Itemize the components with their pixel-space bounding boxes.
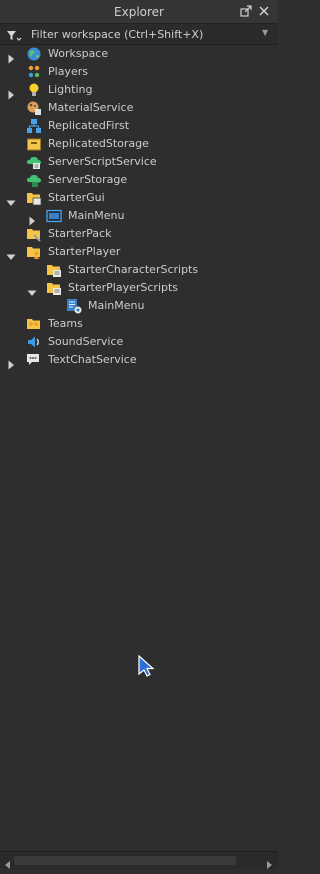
- tree-item-label: StarterGui: [48, 191, 105, 204]
- screen-gui-icon: [46, 208, 62, 224]
- expand-arrow-icon[interactable]: [6, 355, 16, 370]
- tree-item-teams[interactable]: Teams: [0, 315, 278, 333]
- collapse-arrow-icon[interactable]: [6, 193, 16, 206]
- starter-character-scripts-icon: [46, 262, 62, 278]
- scrollbar-thumb[interactable]: [14, 856, 236, 865]
- horizontal-scrollbar[interactable]: [0, 851, 278, 869]
- replicated-storage-icon: [26, 136, 42, 152]
- tree-item-label: MainMenu: [68, 209, 125, 222]
- sound-service-icon: [26, 334, 42, 350]
- collapse-arrow-icon[interactable]: [27, 283, 37, 296]
- tree-item-label: ServerStorage: [48, 173, 128, 186]
- tree-item-label: TextChatService: [48, 353, 137, 366]
- filter-bar: ▼: [0, 24, 278, 45]
- mouse-cursor-icon: [138, 654, 156, 677]
- tree-item-label: StarterPlayerScripts: [68, 281, 179, 294]
- tree-item-serverstorage[interactable]: ServerStorage: [0, 171, 278, 189]
- material-service-icon: [26, 100, 42, 116]
- tree-item-mainmenu-script[interactable]: MainMenu: [0, 297, 278, 315]
- tree-item-starterplayerscripts[interactable]: StarterPlayerScripts: [0, 279, 278, 297]
- tree-item-starterpack[interactable]: StarterPack: [0, 225, 278, 243]
- tree-item-label: ReplicatedStorage: [48, 137, 149, 150]
- starter-player-scripts-icon: [46, 280, 62, 296]
- explorer-tree: Workspace Players Lighting MaterialServi…: [0, 45, 278, 370]
- tree-item-starterplayer[interactable]: StarterPlayer: [0, 243, 278, 261]
- starter-player-icon: [26, 244, 42, 260]
- expand-arrow-icon[interactable]: [27, 211, 37, 226]
- tree-item-label: MaterialService: [48, 101, 134, 114]
- tree-item-workspace[interactable]: Workspace: [0, 45, 278, 64]
- text-chat-service-icon: [26, 352, 42, 368]
- tree-item-mainmenu-gui[interactable]: MainMenu: [0, 207, 278, 226]
- tree-item-lighting[interactable]: Lighting: [0, 81, 278, 100]
- server-script-service-icon: [26, 154, 42, 170]
- players-icon: [26, 64, 42, 80]
- lightbulb-icon: [26, 82, 42, 98]
- expand-arrow-icon[interactable]: [6, 49, 16, 64]
- tree-item-label: Players: [48, 65, 88, 78]
- tree-item-replicatedfirst[interactable]: ReplicatedFirst: [0, 117, 278, 135]
- tree-item-label: Teams: [48, 317, 83, 330]
- collapse-arrow-icon[interactable]: [6, 247, 16, 260]
- tree-item-label: MainMenu: [88, 299, 145, 312]
- tree-item-label: StarterPack: [48, 227, 112, 240]
- starter-gui-icon: [26, 190, 42, 206]
- tree-item-materialservice[interactable]: MaterialService: [0, 99, 278, 117]
- filter-workspace-input[interactable]: [31, 25, 257, 43]
- tree-item-label: Lighting: [48, 83, 93, 96]
- local-script-icon: [66, 298, 82, 314]
- server-storage-icon: [26, 172, 42, 188]
- globe-icon: [26, 46, 42, 62]
- tree-item-startergui[interactable]: StarterGui: [0, 189, 278, 207]
- tree-item-replicatedstorage[interactable]: ReplicatedStorage: [0, 135, 278, 153]
- panel-title: Explorer: [114, 5, 164, 19]
- tree-item-label: Workspace: [48, 47, 109, 60]
- close-icon[interactable]: [257, 4, 271, 18]
- tree-item-label: ServerScriptService: [48, 155, 157, 168]
- teams-icon: [26, 316, 42, 332]
- filter-icon[interactable]: [6, 28, 22, 42]
- tree-item-players[interactable]: Players: [0, 63, 278, 81]
- scroll-right-icon[interactable]: [264, 855, 274, 869]
- tree-item-serverscriptservice[interactable]: ServerScriptService: [0, 153, 278, 171]
- tree-item-textchatservice[interactable]: TextChatService: [0, 351, 278, 370]
- explorer-titlebar: Explorer: [0, 0, 278, 24]
- tree-item-label: ReplicatedFirst: [48, 119, 130, 132]
- scroll-left-icon[interactable]: [3, 855, 13, 869]
- starter-pack-icon: [26, 226, 42, 242]
- replicated-first-icon: [26, 118, 42, 134]
- tree-item-label: SoundService: [48, 335, 124, 348]
- expand-arrow-icon[interactable]: [6, 85, 16, 100]
- filter-dropdown-icon[interactable]: ▼: [262, 28, 272, 38]
- undock-icon[interactable]: [239, 4, 253, 18]
- tree-item-label: StarterPlayer: [48, 245, 121, 258]
- tree-item-startercharacterscripts[interactable]: StarterCharacterScripts: [0, 261, 278, 279]
- tree-item-soundservice[interactable]: SoundService: [0, 333, 278, 351]
- tree-item-label: StarterCharacterScripts: [68, 263, 199, 276]
